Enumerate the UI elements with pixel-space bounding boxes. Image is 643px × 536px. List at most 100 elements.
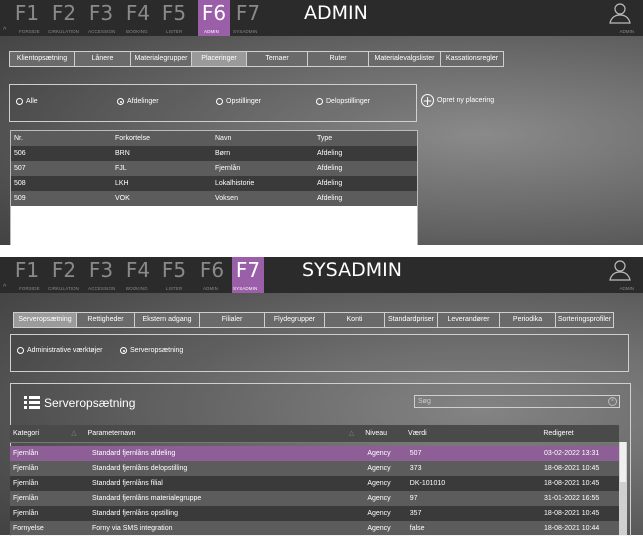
column-header-niveau[interactable]: Niveau [362,425,405,442]
cell-nr: 508 [14,180,26,187]
cell-niveau: Agency [367,465,391,472]
clear-icon[interactable]: × [608,397,617,406]
tab-ruter[interactable]: Ruter [308,52,369,66]
column-header-kategori[interactable]: Kategori △ [10,425,85,442]
table-row[interactable]: Fornyelse Forny via SMS integration Agen… [10,521,619,535]
tab-ekstern-adgang[interactable]: Ekstern adgang [135,313,200,327]
scrollbar-thumb[interactable] [620,442,626,482]
radio-delopstillinger[interactable]: Delopstillinger [316,98,370,105]
tab-temaer[interactable]: Temaer [247,52,308,66]
cell-redigeret: 18-08-2021 10:45 [544,510,600,517]
user-icon[interactable] [609,2,631,24]
fkey-f3[interactable]: F3 [88,1,114,25]
tab-sorteringsprofiler[interactable]: Sorteringsprofiler [556,313,613,327]
radio-alle[interactable]: Alle [16,98,38,105]
chevron-up-icon[interactable]: ^ [3,27,6,34]
sort-icon: △ [71,430,77,437]
tab-konti[interactable]: Konti [325,313,385,327]
fkey-f7-label: SYSADMIN [233,286,258,291]
table-row[interactable]: Fjernlån Standard fjernlåns delopstillin… [10,461,619,476]
tab-serveropsaetning[interactable]: Serveropsætning [14,313,77,327]
column-header-parameternavn[interactable]: Parameternavn △ [85,425,363,442]
fkey-f4[interactable]: F4 [125,258,151,282]
fkey-f4-label: BOOKING [126,286,148,291]
fkey-f3[interactable]: F3 [88,258,114,282]
search-input[interactable]: Søg × [414,395,620,408]
cell-navn: Børn [215,150,231,157]
tab-laanere[interactable]: Lånere [75,52,131,66]
fkey-f2[interactable]: F2 [51,1,77,25]
radio-label: Afdelinger [127,98,159,105]
radio-afdelinger[interactable]: Afdelinger [117,98,159,105]
fkey-f4-label: BOOKING [126,29,148,34]
table-row[interactable]: 507 FJL Fjernlån Afdeling [11,161,417,176]
admin-tabbar: Klientopsætning Lånere Materialegrupper … [9,51,504,67]
tab-klientopsaetning[interactable]: Klientopsætning [10,52,75,66]
tab-placeringer[interactable]: Placeringer [192,52,247,66]
cell-vaerdi: false [409,525,425,532]
fkey-f5[interactable]: F5 [161,258,187,282]
fkey-f1[interactable]: F1 [14,1,40,25]
column-header-vaerdi[interactable]: Værdi [405,425,540,442]
tab-kassationsregler[interactable]: Kassationsregler [441,52,503,66]
table-row[interactable]: Fjernlån Standard fjernlåns filial Agenc… [10,476,619,491]
tab-materialevalgslister[interactable]: Materialevalgslister [369,52,441,66]
radio-administrative-vaerktoejer[interactable]: Administrative værktøjer [17,347,102,354]
column-header-redigeret[interactable]: Redigeret [540,425,619,442]
tab-rettigheder[interactable]: Rettigheder [77,313,135,327]
cell-nr: 506 [14,150,26,157]
table-row[interactable]: Fjernlån Standard fjernlåns materialegru… [10,491,619,506]
tab-filialer[interactable]: Filialer [200,313,265,327]
cell-forkortelse: LKH [115,180,129,187]
sysadmin-tabbar: Serveropsætning Rettigheder Ekstern adga… [13,312,614,328]
fkey-f4[interactable]: F4 [125,1,151,25]
cell-forkortelse: VOK [115,195,130,202]
sort-icon: △ [348,430,355,437]
column-header-type[interactable]: Type [314,131,417,146]
fkey-f2[interactable]: F2 [51,258,77,282]
radio-opstillinger[interactable]: Opstillinger [216,98,261,105]
tab-standardpriser[interactable]: Standardpriser [385,313,438,327]
chevron-up-icon[interactable]: ^ [3,284,6,291]
list-icon [24,396,40,409]
column-header-label: Kategori [13,430,40,437]
fkey-f5-label: LISTER [166,29,183,34]
fkey-f7[interactable]: F7 [235,1,261,25]
radio-serveropsaetning[interactable]: Serveropsætning [120,347,183,354]
radio-label: Alle [26,98,38,105]
table-row[interactable]: 506 BRN Børn Afdeling [11,146,417,161]
cell-vaerdi: 507 [409,450,422,457]
cell-redigeret: 18-08-2021 10:45 [544,465,600,472]
function-key-bar: ^ F1 FORSIDE F2 CIRKULATION F3 ACCESSION… [0,257,643,293]
table-row[interactable]: 508 LKH Lokalhistorie Afdeling [11,176,417,191]
cell-redigeret: 18-08-2021 10:44 [544,525,600,532]
fkey-f6[interactable]: F6 [201,1,227,25]
table-row[interactable]: 509 VOK Voksen Afdeling [11,191,417,206]
column-header-forkortelse[interactable]: Forkortelse [112,131,212,146]
section-title: Serveropsætning [44,396,136,410]
new-placement-button[interactable]: + Opret ny placering [421,94,494,107]
cell-kategori: Fjernlån [13,495,39,502]
cell-redigeret: 18-08-2021 10:45 [544,480,600,487]
tab-leverandoerer[interactable]: Leverandører [438,313,500,327]
tab-periodika[interactable]: Periodika [500,313,556,327]
table-header: Nr. Forkortelse Navn Type [11,131,417,146]
table-row[interactable]: Fjernlån Standard fjernlåns opstilling A… [10,506,619,521]
cell-niveau: Agency [367,480,391,487]
fkey-f5-label: LISTER [166,286,183,291]
column-header-navn[interactable]: Navn [212,131,314,146]
fkey-f1[interactable]: F1 [14,258,40,282]
tab-flydegrupper[interactable]: Flydegrupper [265,313,325,327]
fkey-f7[interactable]: F7 [235,258,261,282]
table-scrollbar[interactable] [619,442,627,535]
column-header-nr[interactable]: Nr. [11,131,112,146]
cell-type: Afdeling [317,150,343,157]
page-title: ADMIN [304,2,368,24]
fkey-f6[interactable]: F6 [199,258,225,282]
table-row-selected[interactable]: Fjernlån Standard fjernlåns afdeling Age… [10,446,619,461]
radio-indicator [17,347,24,354]
tab-materialegrupper[interactable]: Materialegrupper [131,52,192,66]
fkey-f5[interactable]: F5 [161,1,187,25]
cell-type: Afdeling [317,180,343,187]
user-icon[interactable] [609,259,631,281]
